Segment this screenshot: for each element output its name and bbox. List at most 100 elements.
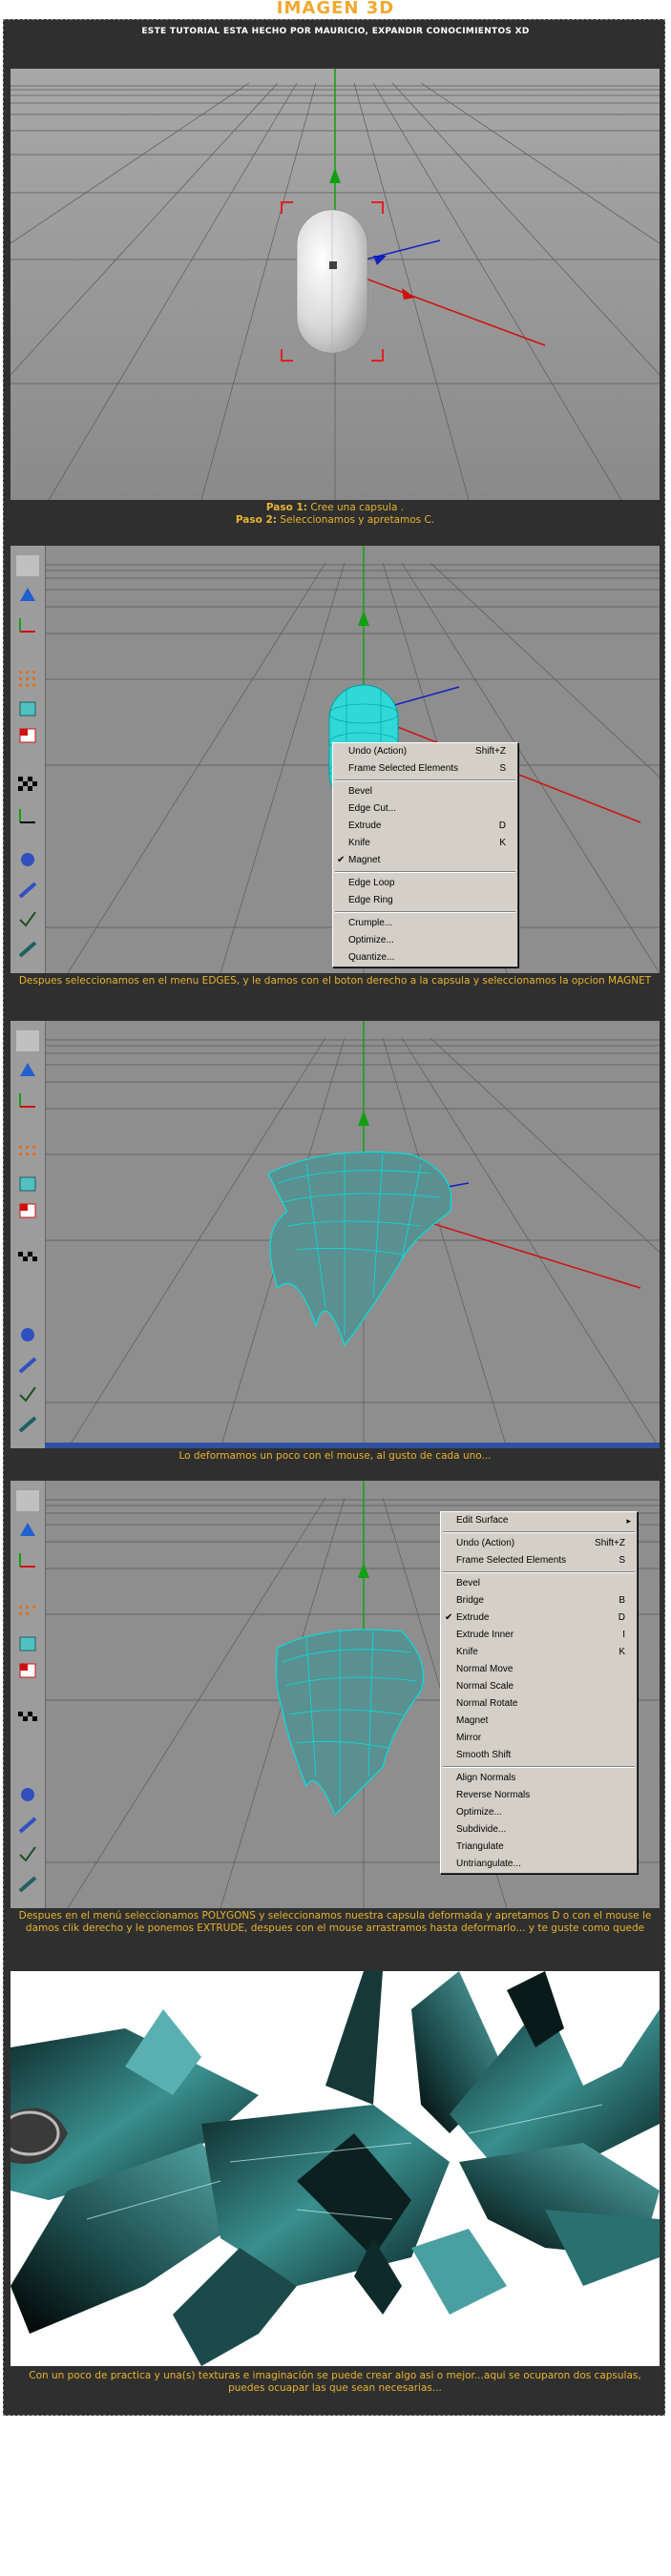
check-tool-icon[interactable] <box>16 908 39 929</box>
menu-item-untriangulate[interactable]: Untriangulate... <box>441 1856 637 1873</box>
checker-tool-icon[interactable] <box>16 1250 39 1271</box>
axis-tool-icon[interactable] <box>16 1549 39 1570</box>
menu-item-magnet[interactable]: ✔ Magnet <box>333 852 517 869</box>
check-tool-icon[interactable] <box>16 1383 39 1404</box>
menu-shortcut: Shift+Z <box>475 746 506 757</box>
menu-label: Edge Cut... <box>348 803 397 814</box>
move-tool-icon[interactable] <box>16 1519 39 1540</box>
caption-final: Con un poco de practica y una(s) textura… <box>29 2370 641 2394</box>
menu-item-frame-selected[interactable]: Frame Selected Elements S <box>441 1552 637 1569</box>
checker-tool-icon[interactable] <box>16 775 39 796</box>
menu-item-frame-selected[interactable]: Frame Selected Elements S <box>333 760 517 778</box>
menu-item-normal-move[interactable]: Normal Move <box>441 1661 637 1678</box>
menu-label: Normal Scale <box>456 1681 514 1692</box>
tool-icon[interactable] <box>16 555 39 576</box>
axis-tool-icon[interactable] <box>16 1090 39 1111</box>
points-tool-icon[interactable] <box>16 1143 39 1164</box>
menu-label: Triangulate <box>456 1841 504 1852</box>
menu-item-mirror[interactable]: Mirror <box>441 1730 637 1747</box>
points-tool-icon[interactable] <box>16 668 39 689</box>
brush-tool-icon[interactable] <box>16 1874 39 1895</box>
menu-item-quantize[interactable]: Quantize... <box>333 949 517 966</box>
menu-label: Extrude <box>456 1612 490 1623</box>
menu-item-undo[interactable]: Undo (Action) Shift+Z <box>333 743 517 760</box>
menu-item-knife[interactable]: Knife K <box>441 1644 637 1661</box>
menu-item-triangulate[interactable]: Triangulate <box>441 1839 637 1856</box>
viewport-1-render <box>10 69 660 500</box>
menu-item-undo[interactable]: Undo (Action) Shift+Z <box>441 1535 637 1552</box>
final-render <box>10 1971 660 2366</box>
menu-label: Optimize... <box>456 1807 502 1818</box>
move-tool-icon[interactable] <box>16 584 39 605</box>
menu-item-edge-ring[interactable]: Edge Ring <box>333 892 517 909</box>
menu-label: Bevel <box>348 786 373 797</box>
tool-icon[interactable] <box>16 1490 39 1511</box>
menu-label: Undo (Action) <box>456 1538 515 1548</box>
menu-item-extrude[interactable]: ✔ Extrude D <box>441 1610 637 1627</box>
knife-tool-icon[interactable] <box>16 1815 39 1836</box>
menu-item-knife[interactable]: Knife K <box>333 835 517 852</box>
menu-label: Magnet <box>456 1715 489 1726</box>
texture-axis-icon[interactable] <box>16 805 39 826</box>
polygons-tool-icon[interactable] <box>16 725 39 746</box>
final-render-image <box>10 1971 660 2366</box>
menu-label: Normal Move <box>456 1664 514 1674</box>
move-tool-icon[interactable] <box>16 1059 39 1080</box>
brush-tool-icon[interactable] <box>16 939 39 960</box>
menu-label: Reverse Normals <box>456 1790 531 1800</box>
menu-item-crumple[interactable]: Crumple... <box>333 915 517 932</box>
left-toolbar-3 <box>10 1021 46 1448</box>
viewport-4[interactable]: Edit Surface ▸ Undo (Action) Shift+Z Frame… <box>10 1481 660 1908</box>
magnet-tool-icon[interactable] <box>16 849 39 870</box>
menu-separator <box>335 871 515 873</box>
brush-tool-icon[interactable] <box>16 1414 39 1435</box>
knife-tool-icon[interactable] <box>16 880 39 901</box>
edges-tool-icon[interactable] <box>16 1174 39 1195</box>
menu-shortcut: S <box>619 1555 625 1566</box>
menu-item-smooth-shift[interactable]: Smooth Shift <box>441 1747 637 1764</box>
menu-item-bridge[interactable]: Bridge B <box>441 1592 637 1610</box>
check-tool-icon[interactable] <box>16 1843 39 1864</box>
step1-label: Paso 1: <box>265 502 307 513</box>
axis-tool-icon[interactable] <box>16 614 39 635</box>
menu-separator <box>443 1766 635 1768</box>
menu-item-edge-loop[interactable]: Edge Loop <box>333 875 517 892</box>
menu-item-bevel[interactable]: Bevel <box>333 783 517 800</box>
viewport-1[interactable] <box>10 69 660 500</box>
polygons-tool-icon[interactable] <box>16 1660 39 1681</box>
caption-step-1-2: Paso 1: Cree una capsula . Paso 2: Selec… <box>10 502 660 527</box>
menu-item-magnet[interactable]: Magnet <box>441 1713 637 1730</box>
edges-tool-icon[interactable] <box>16 698 39 719</box>
caption-step-3: Despues seleccionamos en el menu EDGES, … <box>18 975 652 987</box>
menu-label: Frame Selected Elements <box>456 1555 567 1566</box>
menu-item-normal-rotate[interactable]: Normal Rotate <box>441 1695 637 1713</box>
magnet-tool-icon[interactable] <box>16 1784 39 1805</box>
menu-item-optimize[interactable]: Optimize... <box>333 932 517 949</box>
points-tool-icon[interactable] <box>16 1603 39 1624</box>
edges-tool-icon[interactable] <box>16 1633 39 1654</box>
checker-tool-icon[interactable] <box>16 1710 39 1731</box>
tool-icon[interactable] <box>16 1030 39 1051</box>
viewport-3[interactable] <box>10 1021 660 1448</box>
menu-separator <box>335 911 515 913</box>
left-toolbar-2 <box>10 546 46 973</box>
menu-item-reverse-normals[interactable]: Reverse Normals <box>441 1787 637 1804</box>
menu-item-edge-cut[interactable]: Edge Cut... <box>333 800 517 818</box>
menu-label: Knife <box>348 838 370 848</box>
polygons-tool-icon[interactable] <box>16 1200 39 1221</box>
knife-tool-icon[interactable] <box>16 1355 39 1376</box>
menu-label: Align Normals <box>456 1773 516 1783</box>
menu-item-extrude-inner[interactable]: Extrude Inner I <box>441 1627 637 1644</box>
menu-shortcut: S <box>499 763 506 774</box>
timeline-strip[interactable] <box>45 1443 660 1448</box>
menu-item-normal-scale[interactable]: Normal Scale <box>441 1678 637 1695</box>
menu-item-align-normals[interactable]: Align Normals <box>441 1770 637 1787</box>
menu-item-optimize[interactable]: Optimize... <box>441 1804 637 1821</box>
menu-item-extrude[interactable]: Extrude D <box>333 818 517 835</box>
menu-item-subdivide[interactable]: Subdivide... <box>441 1821 637 1839</box>
menu-label: Edit Surface <box>456 1515 509 1526</box>
menu-item-edit-surface[interactable]: Edit Surface ▸ <box>441 1512 637 1529</box>
viewport-2[interactable]: Undo (Action) Shift+Z Frame Selected Elem… <box>10 546 660 973</box>
menu-item-bevel[interactable]: Bevel <box>441 1575 637 1592</box>
magnet-tool-icon[interactable] <box>16 1324 39 1345</box>
